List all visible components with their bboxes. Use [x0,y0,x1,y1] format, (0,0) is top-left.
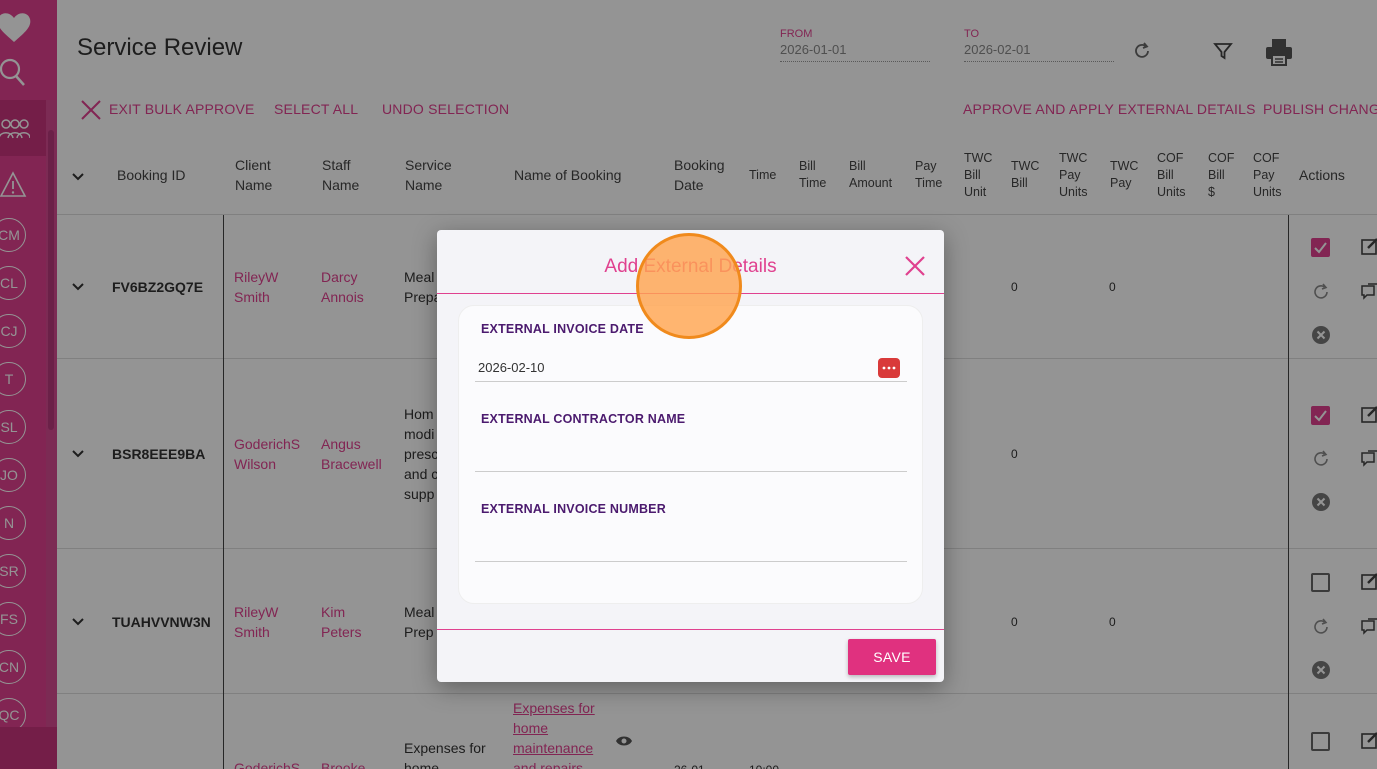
contractor-name-label: EXTERNAL CONTRACTOR NAME [481,412,686,426]
close-icon[interactable] [903,254,927,278]
contractor-name-input[interactable] [475,444,907,472]
save-button[interactable]: SAVE [848,639,936,675]
calendar-picker-icon[interactable] [878,358,900,378]
invoice-date-input[interactable] [475,354,907,382]
dialog-form-card: EXTERNAL INVOICE DATE EXTERNAL CONTRACTO… [458,305,923,604]
invoice-date-label: EXTERNAL INVOICE DATE [481,322,644,336]
invoice-number-input[interactable] [475,534,907,562]
click-indicator [636,233,742,339]
invoice-number-label: EXTERNAL INVOICE NUMBER [481,502,666,516]
dialog-footer-divider [437,629,944,630]
